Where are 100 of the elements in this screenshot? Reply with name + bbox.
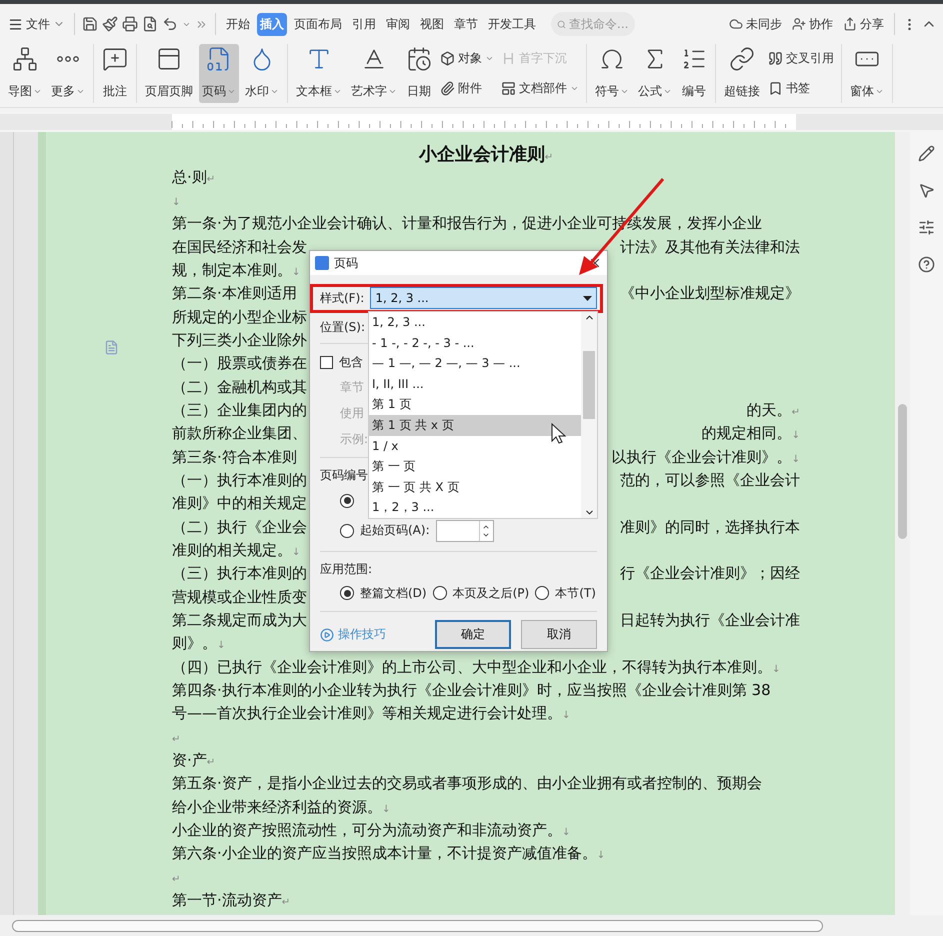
ribbon-button[interactable]: 更多: [48, 44, 88, 103]
paragraph-mark: ↓: [292, 547, 300, 558]
document-text: 以执行《企业会计准则》。: [612, 448, 792, 466]
paragraph-mark: ↵: [282, 897, 290, 908]
dialog-button[interactable]: 取消: [521, 620, 597, 649]
ribbon-button[interactable]: 水印: [242, 44, 282, 103]
field-label: 使用: [340, 404, 364, 422]
paragraph-mark: ↵: [792, 406, 800, 418]
document-text: 营规模或企业性质变: [172, 588, 307, 606]
ribbon-button[interactable]: 文本框: [293, 44, 345, 103]
document-text: （一）执行本准则的: [172, 470, 307, 489]
paragraph-mark: ↓: [382, 804, 390, 815]
document-text: 准则》中的相关规定: [172, 494, 307, 512]
paragraph-mark: ↓: [172, 197, 180, 208]
ribbon-button[interactable]: 窗体: [847, 44, 887, 103]
document-text: 资·产: [172, 751, 207, 770]
ribbon-tab[interactable]: 引用: [349, 12, 379, 36]
document-text: 第三条·符合本准则: [172, 448, 297, 466]
ribbon-button[interactable]: 文档部件: [499, 78, 581, 98]
document-text: （三）执行本准则的: [172, 564, 307, 582]
document-text: 所规定的小型企业标: [172, 308, 307, 326]
ribbon-button[interactable]: 对象: [438, 49, 496, 68]
dropdown-option[interactable]: I, II, III ...: [369, 374, 581, 394]
document-text: （一）股票或债券在: [172, 354, 307, 372]
paragraph-mark: ↓: [772, 664, 780, 675]
document-text: 准则》的同时，选择执行本: [620, 518, 800, 536]
ribbon-button[interactable]: 公式: [635, 44, 675, 103]
document-text: 第一节·流动资产: [172, 891, 282, 910]
document-text: （四）已执行《企业会计准则》的上市公司、大中型企业和小企业，不得转为执行本准则。: [172, 658, 772, 676]
dropdown-option[interactable]: - 1 -, - 2 -, - 3 - ...: [369, 332, 581, 354]
ribbon-button[interactable]: 页眉页脚: [142, 44, 196, 103]
ribbon-tab[interactable]: 视图: [417, 12, 447, 36]
paragraph-mark: ↓: [292, 266, 300, 278]
dropdown-option[interactable]: 第 一 页: [369, 456, 581, 477]
document-text: （二）金融机构或其: [172, 378, 307, 396]
ribbon-button[interactable]: 交叉引用: [766, 49, 836, 68]
document-text: 在国民经济和社会发: [172, 238, 307, 256]
ribbon-button[interactable]: 批注: [99, 44, 131, 103]
radio-label: 起始页码(A):: [360, 522, 430, 539]
dropdown-option[interactable]: 1, 2, 3 ...: [369, 312, 581, 333]
document-title: 小企业会计准则: [418, 144, 545, 165]
document-text: 准则的相关规定。: [172, 541, 292, 560]
document-text: 总·则: [172, 168, 207, 186]
paragraph-mark: ↓: [792, 454, 800, 465]
document-text: 给小企业带来经济利益的资源。: [172, 798, 382, 816]
document-text: 规，制定本准则。: [172, 260, 292, 279]
document-text: （二）执行《企业会: [172, 518, 307, 536]
paragraph-mark: ↵: [206, 174, 216, 185]
dropdown-option[interactable]: 第 1 页 共 x 页: [369, 414, 581, 436]
ribbon-tab[interactable]: 页面布局: [291, 12, 345, 36]
ribbon-button[interactable]: 超链接: [721, 44, 763, 103]
document-text: 第二条规定而成为大: [172, 611, 307, 630]
dropdown-option[interactable]: — 1 —, — 2 —, — 3 — ...: [369, 353, 581, 374]
toolbar-button[interactable]: 分享: [840, 16, 887, 32]
dropdown-option[interactable]: 第 1 页: [369, 394, 581, 415]
paragraph-mark: ↓: [562, 827, 570, 838]
document-text: 行《企业会计准则》；因经: [620, 564, 800, 582]
document-text: 第五条·资产，是指小企业过去的交易或者事项形成的、由小企业拥有或者控制的、预期会: [172, 774, 762, 792]
ribbon-button[interactable]: 艺术字: [348, 44, 400, 103]
toolbar-button[interactable]: 协作: [789, 16, 836, 32]
paragraph-mark: ↓: [792, 430, 800, 442]
document-text: 第二条·本准则适用: [172, 284, 297, 302]
ribbon-button[interactable]: 导图: [5, 44, 45, 103]
search-field[interactable]: 查找命令...: [551, 12, 635, 36]
field-label: 位置(S):: [320, 318, 366, 336]
ribbon-button[interactable]: 编号: [678, 44, 710, 103]
dropdown-option[interactable]: 1 / x: [369, 436, 581, 456]
section-label: 页码编号: [320, 466, 368, 484]
ribbon-tab[interactable]: 开发工具: [485, 12, 539, 36]
dialog-title: 页码: [334, 254, 359, 272]
paragraph-mark: ↵: [544, 152, 554, 163]
ribbon-tab[interactable]: 审阅: [383, 12, 413, 36]
ribbon-button[interactable]: 日期: [403, 44, 435, 103]
ribbon-tab[interactable]: 开始: [223, 12, 253, 36]
dialog-button[interactable]: 确定: [435, 620, 511, 649]
paragraph-mark: ↵: [172, 874, 180, 886]
paragraph-mark: ↓: [217, 640, 226, 652]
document-text: 《中小企业划型标准规定》: [620, 284, 800, 302]
document-text: 日起转为执行《企业会计准: [620, 611, 800, 630]
document-text: 则》。: [172, 634, 217, 652]
ribbon-button[interactable]: 符号: [592, 44, 632, 103]
ribbon-tab[interactable]: 章节: [451, 12, 481, 36]
ribbon-button[interactable]: 附件: [438, 78, 496, 98]
radio-label: 整篇文档(D): [360, 584, 427, 602]
document-text: 范的，可以参照《企业会计: [620, 470, 800, 489]
document-text: 的天。: [746, 400, 792, 419]
dropdown-option[interactable]: 第 一 页 共 X 页: [369, 476, 581, 498]
document-text: 前款所称企业集团、: [172, 424, 307, 442]
ribbon-button[interactable]: 页码: [199, 44, 239, 103]
radio-label: 本页及之后(P): [452, 584, 530, 602]
document-text: 第四条·执行本准则的小企业转为执行《企业会计准则》时，应当按照《企业会计准则第 38: [172, 681, 771, 700]
paragraph-mark: ↵: [172, 734, 180, 746]
ribbon-button[interactable]: 书签: [766, 78, 836, 98]
paragraph-mark: ↓: [562, 710, 570, 722]
file-menu[interactable]: 文件: [6, 14, 67, 34]
section-label: 应用范围:: [320, 560, 372, 578]
style-dropdown[interactable]: 1, 2, 3 ...: [370, 287, 597, 309]
field-label: 章节: [340, 378, 364, 396]
toolbar-button[interactable]: 未同步: [726, 16, 785, 32]
dropdown-option[interactable]: 1，2，3 ...: [369, 497, 581, 518]
